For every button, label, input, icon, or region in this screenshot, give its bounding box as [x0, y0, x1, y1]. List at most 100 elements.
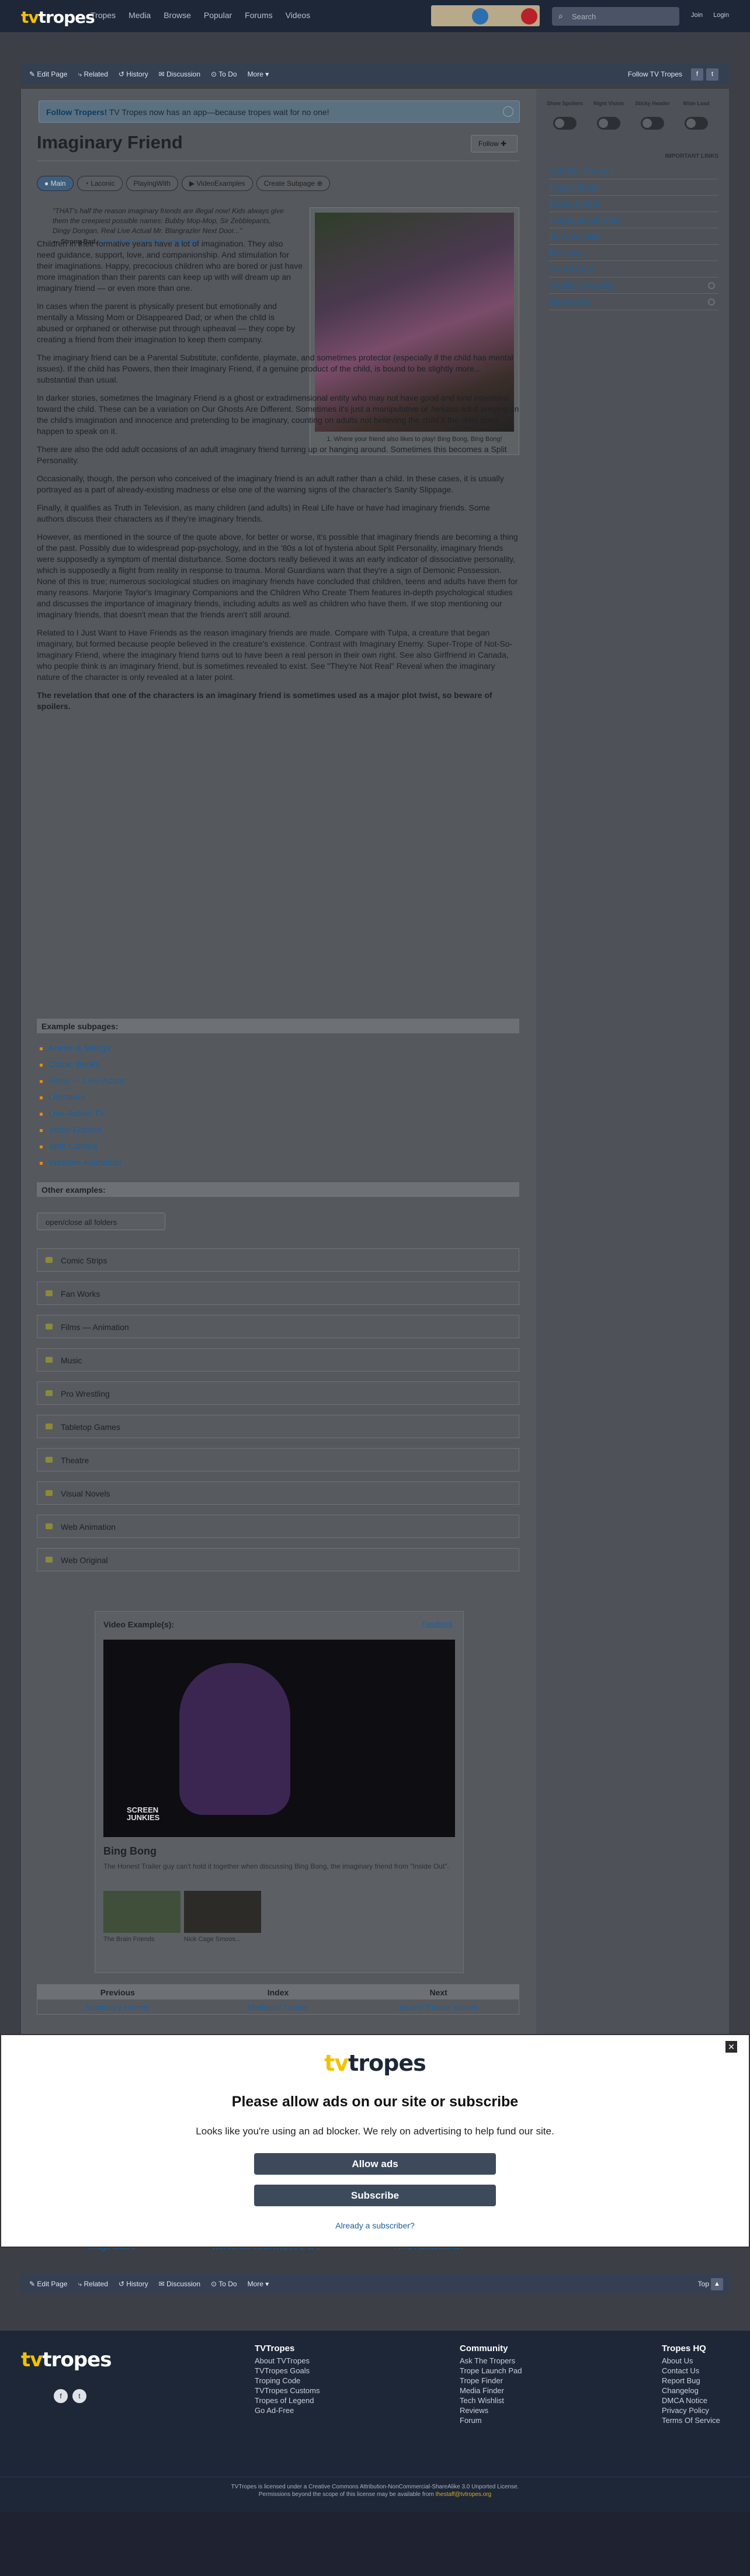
folder-pro-wrestling[interactable]: Pro Wrestling — [37, 1381, 519, 1405]
tab-create-subpage[interactable]: Create Subpage ⊕ — [256, 176, 331, 191]
video-player[interactable]: SCREEN JUNKIES — [103, 1640, 455, 1837]
sidebar-link-media-finder[interactable]: Media Finder — [549, 196, 718, 212]
footer-link[interactable]: Reviews — [460, 2405, 522, 2415]
footer-link[interactable]: Report Bug — [662, 2376, 720, 2386]
folder-tabletop-games[interactable]: Tabletop Games — [37, 1415, 519, 1438]
footer-link[interactable]: About TVTropes — [255, 2356, 320, 2366]
tab-laconic[interactable]: ◔ Laconic — [77, 176, 123, 191]
tab-main[interactable]: ● Main — [37, 176, 74, 191]
subpage-link[interactable]: Live-Action TV — [37, 1106, 212, 1122]
search-input[interactable]: ⌕ Search — [552, 7, 679, 26]
history-button[interactable]: ↺ History — [119, 2280, 148, 2289]
twitter-icon[interactable]: t — [706, 68, 718, 81]
edit-page-button[interactable]: ✎ Edit Page — [29, 2280, 67, 2289]
spoilers-toggle[interactable] — [553, 117, 577, 130]
sticky-header-toggle[interactable] — [641, 117, 664, 130]
resources-expand-icon[interactable] — [708, 298, 715, 305]
index-link[interactable]: Madness Tropes — [198, 1999, 359, 2015]
allow-ads-button[interactable]: Allow ads — [254, 2153, 496, 2175]
history-button[interactable]: ↺ History — [119, 70, 148, 79]
feedback-link[interactable]: Feedback — [422, 1620, 453, 1628]
footer-link[interactable]: Terms Of Service — [662, 2415, 720, 2425]
footer-link[interactable]: Forum — [460, 2415, 522, 2425]
nav-tropes[interactable]: Tropes — [91, 11, 116, 20]
footer-link[interactable]: Ask The Tropers — [460, 2356, 522, 2366]
footer-link[interactable]: About Us — [662, 2356, 720, 2366]
facebook-icon[interactable]: f — [54, 2389, 68, 2403]
back-to-top-link[interactable]: Top — [698, 2280, 709, 2288]
footer-link[interactable]: Go Ad-Free — [255, 2405, 320, 2415]
footer-link[interactable]: Trope Launch Pad — [460, 2366, 522, 2376]
discussion-button[interactable]: ✉ Discussion — [159, 70, 200, 79]
sidebar-link-reviewer[interactable]: Reviewer — [549, 245, 718, 261]
sidebar-link-wishlist[interactable]: Tech Wishlist — [549, 228, 718, 245]
subpage-link[interactable]: Video Games — [37, 1122, 212, 1138]
related-button[interactable]: ⤷ Related — [78, 2280, 107, 2289]
open-close-folders-button[interactable]: open/close all folders — [37, 1213, 165, 1230]
subpage-link[interactable]: Films — Live-Action — [37, 1073, 212, 1089]
more-button[interactable]: More ▾ — [248, 2280, 269, 2289]
footer-link[interactable]: Changelog — [662, 2386, 720, 2396]
already-subscriber-link[interactable]: Already a subscriber? — [1, 2221, 749, 2230]
footer-logo[interactable]: tvtropes — [21, 2348, 112, 2372]
next-link[interactable]: Insane Equals Violent — [358, 1999, 519, 2015]
folder-fan-works[interactable]: Fan Works — [37, 1282, 519, 1305]
previous-link[interactable]: Imaginary Enemy — [37, 1999, 198, 2015]
discussion-button[interactable]: ✉ Discussion — [159, 2280, 200, 2289]
footer-link[interactable]: TVTropes Goals — [255, 2366, 320, 2376]
folder-comic-strips[interactable]: Comic Strips — [37, 1248, 519, 1272]
subpage-link[interactable]: Anime & Manga — [37, 1040, 212, 1057]
sidebar-link-ad-free[interactable]: Go Ad Free! — [549, 261, 718, 277]
folder-web-animation[interactable]: Web Animation — [37, 1515, 519, 1538]
night-vision-toggle[interactable] — [597, 117, 620, 130]
sidebar-link-launch-pad[interactable]: Trope Launch Pad — [549, 212, 718, 228]
folder-web-original[interactable]: Web Original — [37, 1548, 519, 1571]
folder-theatre[interactable]: Theatre — [37, 1448, 519, 1471]
nav-videos[interactable]: Videos — [286, 11, 311, 20]
more-button[interactable]: More ▾ — [248, 70, 269, 79]
folder-visual-novels[interactable]: Visual Novels — [37, 1481, 519, 1505]
sidebar-link-ask[interactable]: Ask The Tropers — [549, 163, 718, 179]
edit-page-button[interactable]: ✎ Edit Page — [29, 70, 67, 79]
video-thumbnail[interactable] — [184, 1891, 261, 1933]
app-banner[interactable]: Follow Tropers! TV Tropes now has an app… — [39, 100, 520, 123]
follow-button[interactable]: Follow ✚ — [471, 135, 518, 152]
nav-media[interactable]: Media — [129, 11, 151, 20]
twitter-icon[interactable]: t — [72, 2389, 86, 2403]
login-link[interactable]: Login — [713, 12, 729, 19]
sidebar-link-crucial[interactable]: Crucial Browsing — [549, 277, 718, 294]
nav-forums[interactable]: Forums — [245, 11, 272, 20]
nav-popular[interactable]: Popular — [204, 11, 232, 20]
todo-button[interactable]: ⊙ To Do — [211, 70, 237, 79]
tab-videoexamples[interactable]: ▶ VideoExamples — [181, 176, 253, 191]
footer-link[interactable]: Trope Finder — [460, 2376, 522, 2386]
subpage-link[interactable]: Western Animation — [37, 1155, 212, 1171]
footer-link[interactable]: Troping Code — [255, 2376, 320, 2386]
subpage-link[interactable]: Web Comics — [37, 1138, 212, 1155]
footer-link[interactable]: Contact Us — [662, 2366, 720, 2376]
footer-link[interactable]: Tech Wishlist — [460, 2396, 522, 2405]
sidebar-link-resources[interactable]: Resources — [549, 294, 718, 310]
footer-link[interactable]: Privacy Policy — [662, 2405, 720, 2415]
staff-email-link[interactable]: thestaff@tvtropes.org — [436, 2491, 492, 2498]
crucial-expand-icon[interactable] — [708, 282, 715, 289]
footer-link[interactable]: DMCA Notice — [662, 2396, 720, 2405]
folder-music[interactable]: Music — [37, 1348, 519, 1372]
subpage-link[interactable]: Literature — [37, 1089, 212, 1106]
subpage-link[interactable]: Comic Books — [37, 1057, 212, 1073]
nav-browse[interactable]: Browse — [164, 11, 191, 20]
footer-link[interactable]: Tropes of Legend — [255, 2396, 320, 2405]
wide-load-toggle[interactable] — [685, 117, 708, 130]
join-link[interactable]: Join — [691, 12, 703, 19]
video-thumbnail[interactable] — [103, 1891, 180, 1933]
site-logo[interactable]: tvtropes — [21, 8, 95, 27]
subscribe-button[interactable]: Subscribe — [254, 2185, 496, 2206]
footer-link[interactable]: TVTropes Customs — [255, 2386, 320, 2396]
tab-playingwith[interactable]: PlayingWith — [126, 176, 178, 191]
todo-button[interactable]: ⊙ To Do — [211, 2280, 237, 2289]
folder-films-animation[interactable]: Films — Animation — [37, 1315, 519, 1338]
related-button[interactable]: ⤷ Related — [78, 70, 107, 79]
arrow-up-icon[interactable]: ▲ — [711, 2278, 723, 2290]
footer-link[interactable]: Media Finder — [460, 2386, 522, 2396]
sidebar-link-trope-finder[interactable]: Trope Finder — [549, 179, 718, 196]
